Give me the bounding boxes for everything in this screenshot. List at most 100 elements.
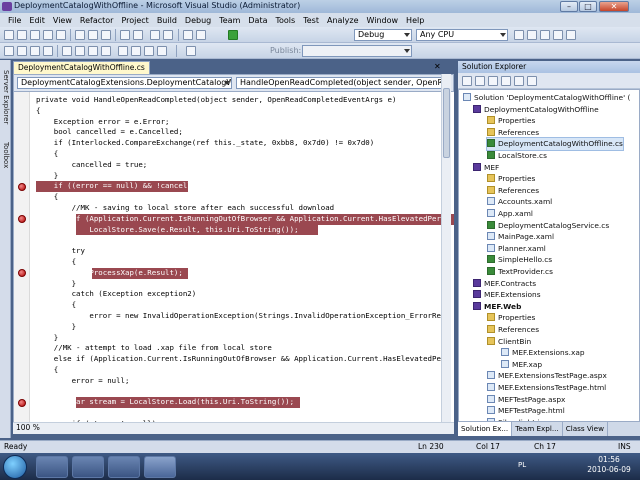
code-line[interactable]: cancelled = true;	[36, 160, 148, 171]
tree-item[interactable]: MEF.ExtensionsTestPage.aspx	[487, 370, 607, 382]
taskbar-visual-studio-icon[interactable]	[144, 456, 176, 478]
clock[interactable]: 01:56 2010-06-09	[580, 455, 638, 475]
show-all-files-icon[interactable]	[475, 76, 485, 86]
save-all-icon[interactable]	[56, 30, 66, 40]
uncomment-icon[interactable]	[101, 46, 111, 56]
code-line[interactable]: if (Application.Current.IsRunningOutOfBr…	[36, 214, 446, 225]
menu-window[interactable]: Window	[363, 16, 403, 25]
tree-item[interactable]: References	[487, 324, 539, 336]
minimize-button[interactable]: –	[560, 1, 578, 12]
solution-configuration-dropdown[interactable]: Debug	[354, 29, 412, 41]
new-project-icon[interactable]	[4, 30, 14, 40]
start-debugging-icon[interactable]	[228, 30, 238, 40]
previous-bookmark-icon[interactable]	[131, 46, 141, 56]
bookmark-icon[interactable]	[118, 46, 128, 56]
undo-icon[interactable]	[120, 30, 130, 40]
code-line[interactable]: bool cancelled = e.Cancelled;	[36, 127, 183, 138]
code-line[interactable]: //MK - saving to local store after each …	[36, 203, 335, 214]
start-page-icon[interactable]	[566, 30, 576, 40]
menu-analyze[interactable]: Analyze	[323, 16, 363, 25]
tree-item[interactable]: Properties	[487, 173, 535, 185]
code-line[interactable]: if ((error == null) && !cancelled)	[36, 181, 205, 192]
open-file-icon[interactable]	[30, 30, 40, 40]
start-button[interactable]	[3, 455, 27, 479]
navigate-forward-icon[interactable]	[163, 30, 173, 40]
close-document-icon[interactable]: ✕	[434, 62, 441, 71]
quick-info-icon[interactable]	[30, 46, 40, 56]
solution-explorer-icon[interactable]	[514, 30, 524, 40]
properties-icon[interactable]	[462, 76, 472, 86]
code-line[interactable]: //MK - attempt to load .xap file from lo…	[36, 343, 272, 354]
solution-platform-dropdown[interactable]: Any CPU	[416, 29, 508, 41]
increase-indent-icon[interactable]	[75, 46, 85, 56]
zoom-level[interactable]: 100 %	[16, 423, 40, 432]
members-dropdown[interactable]: HandleOpenReadCompleted(object sender, O…	[236, 77, 448, 89]
tree-item[interactable]: MEFTestPage.html	[487, 405, 565, 417]
next-bookmark-icon[interactable]	[144, 46, 154, 56]
menu-file[interactable]: File	[4, 16, 25, 25]
navigate-backward-icon[interactable]	[150, 30, 160, 40]
close-button[interactable]: ✕	[599, 1, 629, 12]
find-in-files-icon[interactable]	[196, 30, 206, 40]
code-line[interactable]: {	[36, 300, 76, 311]
member-list-icon[interactable]	[4, 46, 14, 56]
code-line[interactable]: {	[36, 149, 58, 160]
horizontal-scrollbar[interactable]	[13, 422, 454, 434]
code-line[interactable]: error = new InvalidOperationException(St…	[36, 311, 445, 322]
tree-item[interactable]: MEF.Extensions	[473, 289, 541, 301]
taskbar-media-player-icon[interactable]	[72, 456, 104, 478]
code-line[interactable]: }	[36, 171, 58, 182]
tree-item[interactable]: References	[487, 185, 539, 197]
complete-word-icon[interactable]	[43, 46, 53, 56]
save-icon[interactable]	[43, 30, 53, 40]
cut-icon[interactable]	[75, 30, 85, 40]
code-line[interactable]: private void HandleOpenReadCompleted(obj…	[36, 95, 396, 106]
parameter-info-icon[interactable]	[17, 46, 27, 56]
toolbox-tab[interactable]: Toolbox	[1, 142, 10, 168]
code-line[interactable]: ProcessXap(e.Result);	[36, 268, 182, 279]
vertical-scrollbar[interactable]	[441, 74, 451, 422]
breakpoint-icon[interactable]	[18, 182, 26, 191]
code-line[interactable]: {	[36, 257, 76, 268]
properties-window-icon[interactable]	[527, 30, 537, 40]
breakpoint-icon[interactable]	[18, 398, 26, 407]
menu-view[interactable]: View	[49, 16, 76, 25]
code-line[interactable]: {	[36, 365, 58, 376]
code-line[interactable]: Exception error = e.Error;	[36, 117, 170, 128]
copy-icon[interactable]	[88, 30, 98, 40]
tree-item[interactable]: MEF.Web	[473, 301, 521, 313]
menu-tools[interactable]: Tools	[271, 16, 299, 25]
code-line[interactable]: }	[36, 279, 76, 290]
tree-item[interactable]: MEF.ExtensionsTestPage.html	[487, 382, 606, 394]
view-designer-icon[interactable]	[514, 76, 524, 86]
tree-item[interactable]: SimpleHello.cs	[487, 254, 552, 266]
menu-project[interactable]: Project	[117, 16, 152, 25]
menu-build[interactable]: Build	[153, 16, 181, 25]
code-line[interactable]: }	[36, 322, 76, 333]
tree-item[interactable]: Properties	[487, 115, 535, 127]
tree-item[interactable]: App.xaml	[487, 208, 533, 220]
maximize-button[interactable]: □	[579, 1, 597, 12]
tree-item[interactable]: MEF	[473, 162, 499, 174]
language-indicator[interactable]: PL	[518, 461, 526, 469]
redo-icon[interactable]	[133, 30, 143, 40]
tree-item[interactable]: References	[487, 127, 539, 139]
code-line[interactable]: try	[36, 246, 85, 257]
code-line[interactable]: {	[36, 106, 40, 117]
solution-explorer-tab[interactable]: Solution Ex...	[458, 422, 513, 436]
team-explorer-tab[interactable]: Team Expl...	[512, 422, 563, 436]
tree-item[interactable]: MEFTestPage.aspx	[487, 394, 565, 406]
tree-item[interactable]: ClientBin	[487, 336, 531, 348]
scrollbar-thumb[interactable]	[443, 88, 450, 158]
code-line[interactable]: var stream = LocalStore.Load(this.Uri.To…	[36, 397, 294, 408]
tree-item[interactable]: MainPage.xaml	[487, 231, 554, 243]
tree-item[interactable]: LocalStore.cs	[487, 150, 547, 162]
server-explorer-tab[interactable]: Server Explorer	[1, 70, 10, 124]
tree-item[interactable]: DeploymentCatalogWithOffline	[473, 104, 599, 116]
taskbar-notepad-icon[interactable]	[108, 456, 140, 478]
menu-help[interactable]: Help	[402, 16, 428, 25]
object-browser-icon[interactable]	[540, 30, 550, 40]
breakpoint-gutter[interactable]	[14, 92, 30, 422]
tree-item[interactable]: MEF.xap	[501, 359, 542, 371]
menu-edit[interactable]: Edit	[25, 16, 49, 25]
